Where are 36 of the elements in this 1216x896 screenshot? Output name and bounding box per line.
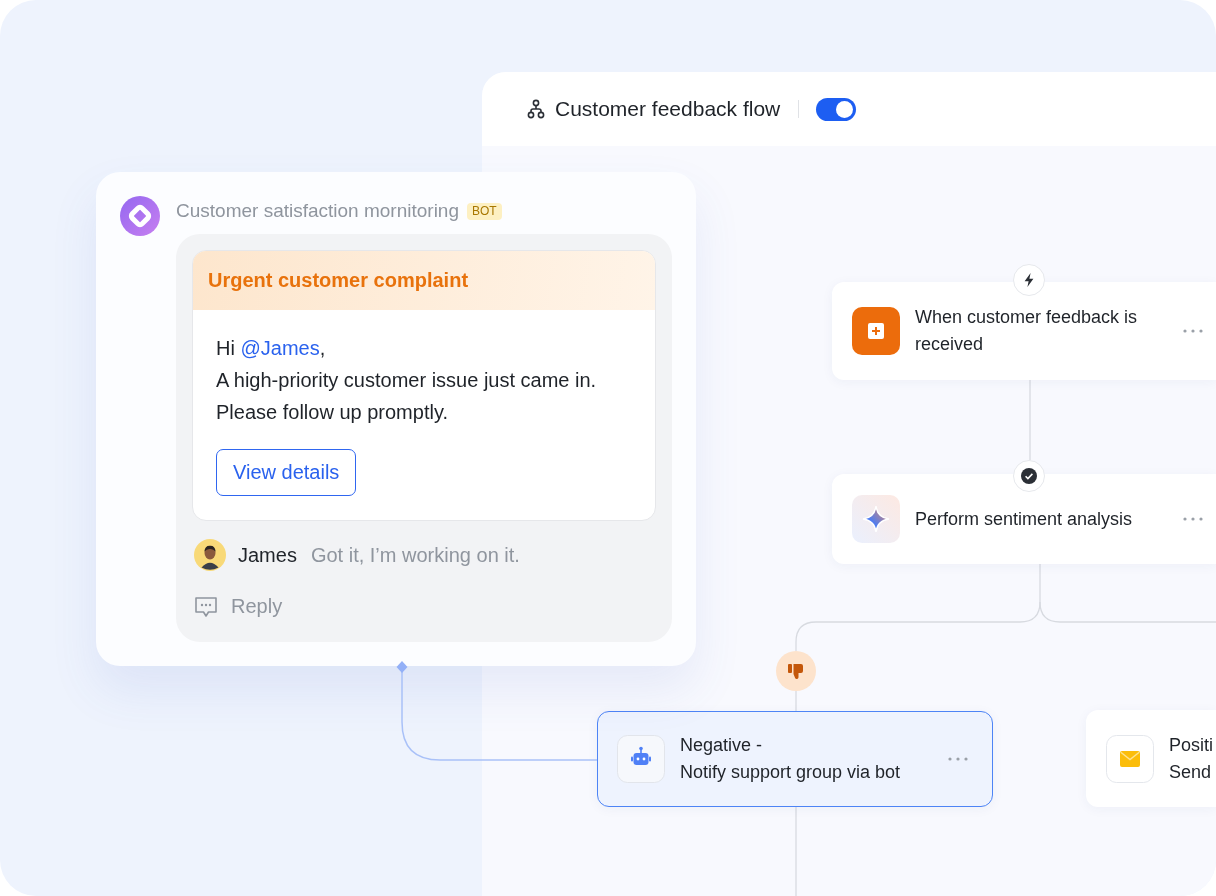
flow-node[interactable]: Positi Send — [1086, 710, 1216, 807]
comment-icon — [194, 595, 218, 618]
greeting-text: Hi @James, — [216, 336, 327, 361]
more-icon[interactable] — [1183, 329, 1203, 333]
more-icon[interactable] — [948, 757, 968, 761]
mention-link[interactable]: @James — [240, 337, 320, 359]
view-details-button[interactable]: View details — [216, 449, 357, 496]
node-title: Perform sentiment analysis — [915, 507, 1133, 531]
more-icon[interactable] — [1183, 517, 1203, 521]
robot-icon — [617, 735, 665, 783]
flow-node[interactable]: Negative - Notify support group via bot — [597, 711, 993, 807]
hierarchy-icon — [527, 99, 545, 119]
avatar-icon — [194, 539, 226, 571]
node-title: When customer feedback is received — [915, 306, 1139, 356]
node-title: Notify support group via bot — [680, 761, 901, 784]
check-icon — [1013, 460, 1045, 492]
sender-name: Customer satisfaction mornitoring — [176, 200, 459, 222]
node-label: Negative - — [680, 734, 764, 757]
bot-tag: BOT — [467, 202, 502, 220]
plus-square-icon — [852, 307, 900, 355]
envelope-icon — [1106, 734, 1154, 783]
node-title: Send — [1169, 760, 1213, 784]
thumbs-down-icon — [776, 651, 816, 691]
message-title: Urgent customer complaint — [193, 251, 655, 310]
node-label: Positi — [1169, 733, 1213, 757]
message-text: Please follow up promptly. — [216, 400, 449, 425]
flow-node[interactable]: Perform sentiment analysis — [832, 474, 1216, 564]
sparkle-icon — [852, 495, 900, 543]
toggle-switch[interactable] — [816, 97, 857, 121]
app-logo-icon — [120, 196, 160, 236]
reply-text: Got it, I’m working on it. — [310, 543, 520, 567]
flow-title: Customer feedback flow — [555, 97, 781, 121]
flow-node[interactable]: When customer feedback is received — [832, 282, 1216, 380]
message-text: A high-priority customer issue just came in. — [216, 368, 598, 393]
lightning-icon — [1013, 264, 1045, 296]
reply-author: James — [238, 543, 297, 567]
